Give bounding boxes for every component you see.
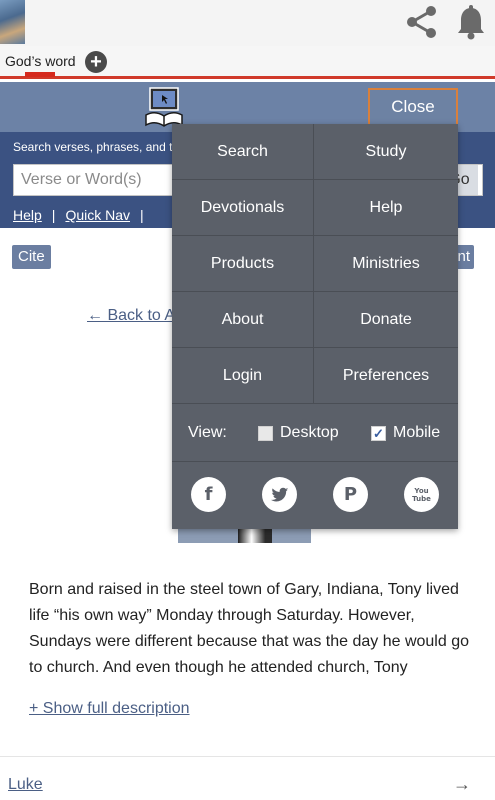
main-menu-dropdown: Search Study Devotionals Help Products M…: [172, 124, 458, 529]
description-text: Born and raised in the steel town of Gar…: [29, 581, 469, 676]
social-links: f P You Tube: [172, 463, 458, 529]
arrow-right-icon[interactable]: →: [453, 774, 471, 795]
desktop-option-label[interactable]: Desktop: [280, 424, 339, 442]
menu-grid: Search Study Devotionals Help Products M…: [172, 124, 458, 404]
facebook-icon[interactable]: f: [191, 477, 226, 512]
search-label: Search verses, phrases, and t: [13, 140, 173, 154]
menu-item-preferences[interactable]: Preferences: [314, 348, 458, 404]
quick-nav-link[interactable]: Quick Nav: [65, 207, 130, 223]
view-mode-row: View: Desktop ✓ Mobile: [172, 406, 458, 462]
pinterest-icon[interactable]: P: [333, 477, 368, 512]
book-cover-thumbnail[interactable]: [0, 0, 25, 44]
menu-item-ministries[interactable]: Ministries: [314, 236, 458, 292]
twitter-icon[interactable]: [262, 477, 297, 512]
menu-item-study[interactable]: Study: [314, 124, 458, 180]
menu-item-about[interactable]: About: [172, 292, 314, 348]
menu-item-help[interactable]: Help: [314, 180, 458, 236]
desktop-checkbox[interactable]: [258, 426, 273, 441]
link-separator: |: [51, 207, 56, 223]
mobile-option-label[interactable]: Mobile: [393, 424, 440, 442]
share-icon[interactable]: [404, 4, 440, 40]
bible-logo-icon[interactable]: [143, 85, 185, 129]
mobile-checkbox[interactable]: ✓: [371, 426, 386, 441]
back-link[interactable]: ← Back to A: [87, 307, 175, 325]
add-tab-icon[interactable]: +: [85, 51, 107, 73]
app-bar: [0, 0, 495, 46]
tab-strip: God’s word +: [0, 46, 495, 79]
tab-gods-word[interactable]: God’s word: [5, 53, 76, 69]
menu-item-donate[interactable]: Donate: [314, 292, 458, 348]
youtube-icon[interactable]: You Tube: [404, 477, 439, 512]
cite-button[interactable]: Cite: [12, 245, 51, 269]
menu-item-search[interactable]: Search: [172, 124, 314, 180]
show-full-description-link[interactable]: + Show full description: [29, 700, 190, 718]
link-separator: |: [140, 207, 144, 223]
menu-item-devotionals[interactable]: Devotionals: [172, 180, 314, 236]
app-screen: God’s word + Close Search verses, phrase…: [0, 0, 495, 800]
menu-item-products[interactable]: Products: [172, 236, 314, 292]
help-link[interactable]: Help: [13, 207, 42, 223]
divider: [0, 756, 495, 757]
active-tab-indicator: [25, 72, 55, 77]
close-menu-button[interactable]: Close: [368, 88, 458, 126]
luke-link[interactable]: Luke: [8, 776, 43, 794]
menu-item-login[interactable]: Login: [172, 348, 314, 404]
search-help-links: Help | Quick Nav |: [13, 207, 154, 223]
bell-icon[interactable]: [455, 4, 487, 40]
view-label: View:: [188, 424, 227, 441]
